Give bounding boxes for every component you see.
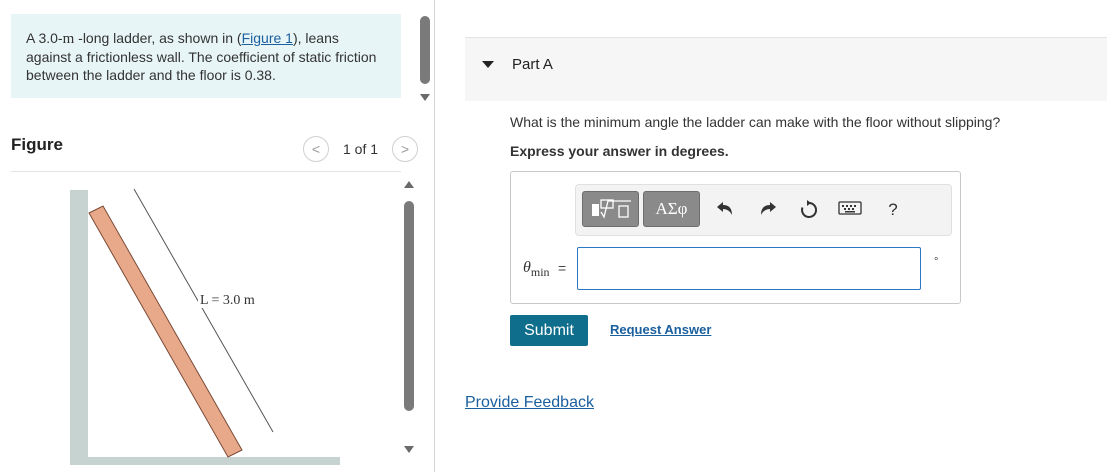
next-figure-button[interactable]: > — [392, 136, 418, 162]
scroll-down-arrow-icon[interactable] — [420, 94, 430, 101]
templates-button[interactable] — [582, 191, 639, 227]
scroll-down-arrow-icon[interactable] — [404, 446, 414, 453]
problem-text-before: A 3.0- — [26, 30, 63, 46]
undo-icon[interactable] — [713, 199, 737, 221]
chevron-left-icon: < — [311, 141, 321, 157]
problem-unit: m — [62, 31, 75, 47]
figure-scrollbar-thumb[interactable] — [404, 201, 414, 411]
figure-divider — [11, 171, 401, 172]
answer-variable-label: θmin — [523, 259, 550, 280]
request-answer-link[interactable]: Request Answer — [610, 322, 711, 337]
scroll-up-arrow-icon[interactable] — [404, 181, 414, 188]
submit-button[interactable]: Submit — [510, 315, 588, 346]
prev-figure-button[interactable]: < — [303, 136, 329, 162]
problem-text-mid: -long ladder, as shown in ( — [74, 30, 242, 46]
figure-title: Figure — [11, 135, 63, 154]
wall — [70, 190, 88, 465]
greek-symbols-button[interactable]: ΑΣφ — [643, 191, 700, 227]
part-header[interactable] — [465, 37, 1107, 101]
problem-statement: A 3.0-m -long ladder, as shown in (Figur… — [11, 14, 401, 98]
pane-divider[interactable] — [434, 0, 435, 472]
part-title[interactable]: Part A — [512, 56, 553, 73]
floor — [70, 457, 340, 465]
keyboard-icon[interactable] — [838, 199, 862, 221]
question-text: What is the minimum angle the ladder can… — [510, 114, 1001, 130]
help-button[interactable]: ? — [881, 199, 905, 221]
redo-icon[interactable] — [756, 199, 780, 221]
equals-sign: = — [558, 260, 567, 276]
figure-link[interactable]: Figure 1 — [242, 30, 293, 46]
problem-scrollbar-thumb[interactable] — [420, 16, 430, 84]
chevron-right-icon: > — [400, 141, 410, 157]
reset-icon[interactable] — [797, 199, 821, 221]
caret-down-icon[interactable] — [482, 61, 494, 68]
degree-unit: ° — [934, 256, 939, 268]
answer-instruction: Express your answer in degrees. — [510, 143, 729, 159]
templates-icon — [591, 199, 631, 219]
length-label: L = 3.0 m — [200, 293, 255, 308]
answer-input[interactable] — [577, 247, 921, 290]
ladder-figure: L = 3.0 m — [70, 188, 340, 465]
figure-page-counter: 1 of 1 — [343, 141, 379, 157]
provide-feedback-link[interactable]: Provide Feedback — [465, 394, 594, 412]
